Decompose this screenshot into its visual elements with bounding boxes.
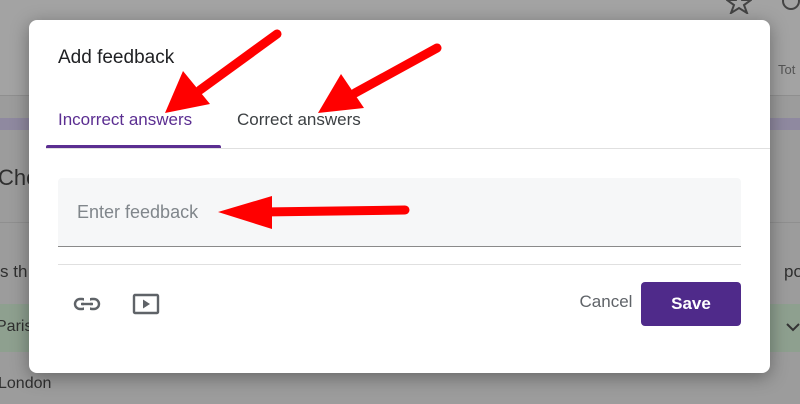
feedback-field [58,178,741,247]
background-total-label: Tot [778,62,796,77]
field-divider [58,264,741,265]
link-icon [73,297,101,311]
background-option-london: London [0,375,52,392]
insert-link-button[interactable] [71,290,103,318]
feedback-input[interactable] [58,178,741,246]
background-points: po [784,262,800,281]
background-option-paris: Paris [0,318,33,335]
tabs-divider [46,148,770,149]
dialog-title: Add feedback [58,47,175,68]
chevron-down-icon [786,323,800,332]
tab-correct-answers[interactable]: Correct answers [237,110,361,130]
add-feedback-dialog: Add feedback Incorrect answers Correct a… [29,20,770,373]
star-icon [726,0,752,14]
insert-video-button[interactable] [130,290,162,318]
history-icon [782,0,800,10]
video-icon [132,293,160,315]
save-button[interactable]: Save [641,282,741,326]
background-question: s th [0,262,28,281]
tab-incorrect-answers[interactable]: Incorrect answers [58,110,192,130]
